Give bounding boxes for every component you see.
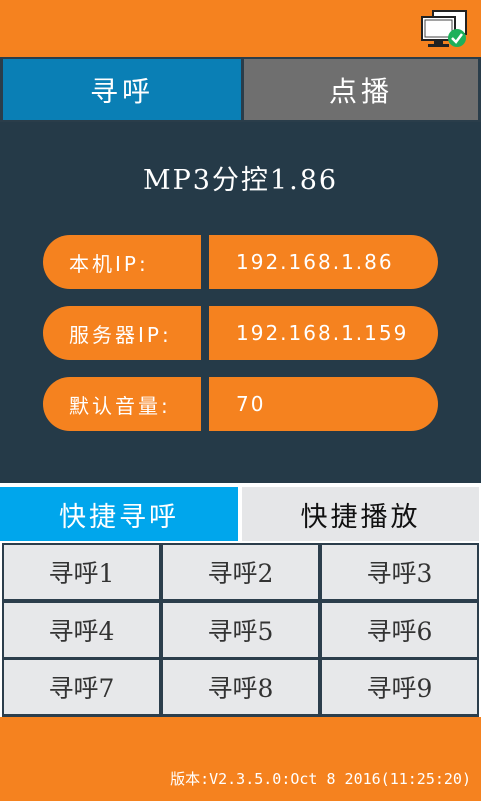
server-ip-row: 服务器IP: 192.168.1.159 <box>43 306 438 360</box>
quick-call-button-1[interactable]: 寻呼1 <box>4 545 159 599</box>
tab-paging[interactable]: 寻呼 <box>3 59 241 120</box>
quick-call-button-9[interactable]: 寻呼9 <box>322 660 477 714</box>
server-ip-label: 服务器IP: <box>43 306 201 360</box>
quick-call-button-6[interactable]: 寻呼6 <box>322 603 477 657</box>
device-title: MP3分控1.86 <box>142 165 339 196</box>
default-volume-row: 默认音量: 70 <box>43 377 438 431</box>
quick-tabs: 快捷寻呼 快捷播放 <box>0 483 481 543</box>
quick-call-button-8[interactable]: 寻呼8 <box>163 660 318 714</box>
local-ip-row: 本机IP: 192.168.1.86 <box>43 235 438 289</box>
server-ip-value[interactable]: 192.168.1.159 <box>209 306 438 360</box>
quick-call-grid: 寻呼1 寻呼2 寻呼3 寻呼4 寻呼5 寻呼6 寻呼7 寻呼8 寻呼9 <box>2 543 479 717</box>
network-connected-icon[interactable] <box>419 9 469 49</box>
tab-on-demand[interactable]: 点播 <box>244 59 478 120</box>
tab-quick-play[interactable]: 快捷播放 <box>242 487 479 541</box>
footer-bar: 版本:V2.3.5.0:Oct 8 2016(11:25:20) <box>0 717 481 801</box>
tab-quick-paging[interactable]: 快捷寻呼 <box>0 487 238 541</box>
version-text: 版本:V2.3.5.0:Oct 8 2016(11:25:20) <box>170 770 471 788</box>
local-ip-value[interactable]: 192.168.1.86 <box>209 235 438 289</box>
quick-call-button-2[interactable]: 寻呼2 <box>163 545 318 599</box>
local-ip-label: 本机IP: <box>43 235 201 289</box>
quick-call-button-3[interactable]: 寻呼3 <box>322 545 477 599</box>
main-tabs: 寻呼 点播 <box>0 57 481 122</box>
quick-call-button-5[interactable]: 寻呼5 <box>163 603 318 657</box>
top-bar <box>0 0 481 57</box>
quick-call-button-4[interactable]: 寻呼4 <box>4 603 159 657</box>
default-volume-value[interactable]: 70 <box>209 377 438 431</box>
default-volume-label: 默认音量: <box>43 377 201 431</box>
quick-call-button-7[interactable]: 寻呼7 <box>4 660 159 714</box>
